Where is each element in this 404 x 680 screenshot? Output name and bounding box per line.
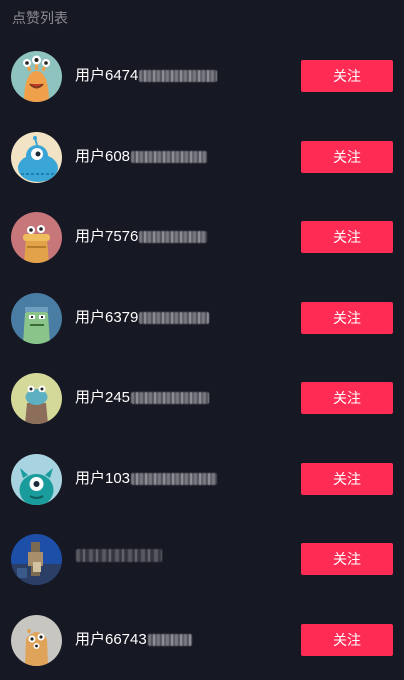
- user-name[interactable]: 用户608: [75, 147, 207, 167]
- like-list: 用户6474 关注 用户608 关注: [0, 36, 404, 680]
- user-name[interactable]: 用户245: [75, 388, 209, 408]
- monster-teal-icon[interactable]: [11, 454, 62, 505]
- user-name[interactable]: 用户6474: [75, 66, 217, 86]
- list-item[interactable]: 用户6379 关注: [0, 278, 404, 359]
- user-name-text: 用户245: [75, 388, 130, 408]
- follow-button[interactable]: 关注: [301, 60, 393, 92]
- follow-button[interactable]: 关注: [301, 141, 393, 173]
- user-name-text: 用户103: [75, 469, 130, 489]
- user-name[interactable]: 用户7576: [75, 227, 207, 247]
- redacted-text: [148, 634, 192, 646]
- user-name-text: 用户6379: [75, 308, 138, 328]
- redacted-text: [131, 473, 217, 485]
- list-item[interactable]: 用户103 关注: [0, 439, 404, 520]
- list-item[interactable]: 用户7576 关注: [0, 197, 404, 278]
- user-name-redacted: [75, 549, 162, 562]
- redacted-text: [139, 231, 207, 243]
- follow-button[interactable]: 关注: [301, 382, 393, 414]
- user-name[interactable]: 用户103: [75, 469, 217, 489]
- monster-blue-icon[interactable]: [11, 132, 62, 183]
- list-item[interactable]: 关注: [0, 519, 404, 600]
- follow-button[interactable]: 关注: [301, 221, 393, 253]
- monster-bread-icon[interactable]: [11, 212, 62, 263]
- follow-button[interactable]: 关注: [301, 543, 393, 575]
- monster-pot-icon[interactable]: [11, 373, 62, 424]
- follow-button[interactable]: 关注: [301, 463, 393, 495]
- follow-button[interactable]: 关注: [301, 624, 393, 656]
- user-name-text: 用户6474: [75, 66, 138, 86]
- redacted-text: [139, 70, 217, 82]
- list-item[interactable]: 用户608 关注: [0, 117, 404, 198]
- user-name-text: 用户608: [75, 147, 130, 167]
- follow-button[interactable]: 关注: [301, 302, 393, 334]
- user-name-text: 用户7576: [75, 227, 138, 247]
- user-name[interactable]: 用户6379: [75, 308, 209, 328]
- redacted-text: [131, 151, 207, 163]
- list-item[interactable]: 用户6474 关注: [0, 36, 404, 117]
- redacted-text: [139, 312, 209, 324]
- photo-avatar-icon[interactable]: [11, 534, 62, 585]
- monster-tan-icon[interactable]: [11, 615, 62, 666]
- user-name[interactable]: 用户66743: [75, 630, 192, 650]
- list-item[interactable]: 用户66743 关注: [0, 600, 404, 680]
- list-item[interactable]: 用户245 关注: [0, 358, 404, 439]
- monster-orange-eyes-icon[interactable]: [11, 51, 62, 102]
- monster-green-icon[interactable]: [11, 293, 62, 344]
- redacted-text: [76, 549, 162, 562]
- page-title: 点赞列表: [12, 9, 68, 27]
- user-name-text: 用户66743: [75, 630, 147, 650]
- redacted-text: [131, 392, 209, 404]
